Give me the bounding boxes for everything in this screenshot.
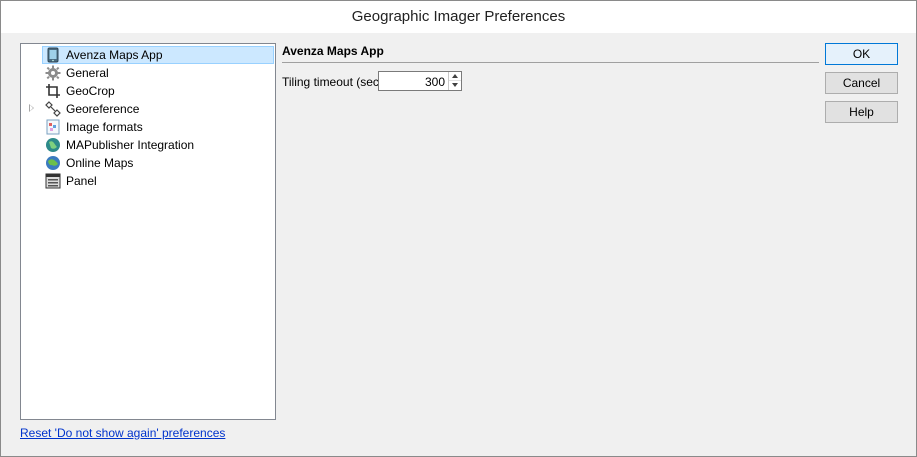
tree-item-image-formats[interactable]: Image formats — [21, 118, 275, 136]
georeference-icon — [45, 101, 61, 117]
tree-item-label: Avenza Maps App — [66, 48, 163, 62]
tiling-timeout-value[interactable]: 300 — [425, 75, 445, 89]
tiling-timeout-stepper[interactable]: 300 — [378, 71, 462, 91]
tree-item-label: General — [66, 66, 109, 80]
help-button[interactable]: Help — [825, 101, 898, 123]
panel-title: Avenza Maps App — [282, 44, 384, 58]
tree-item-label: Georeference — [66, 102, 140, 116]
increment-arrow-icon[interactable] — [449, 72, 461, 81]
tree-item-mapublisher-integration[interactable]: MAPublisher Integration — [21, 136, 275, 154]
decrement-arrow-icon[interactable] — [449, 81, 461, 90]
tree-item-label: Image formats — [66, 120, 143, 134]
expand-arrow-icon[interactable] — [29, 104, 34, 112]
tree-item-online-maps[interactable]: Online Maps — [21, 154, 275, 172]
preferences-window: Geographic Imager Preferences Avenza Map… — [0, 0, 917, 457]
tree-item-avenza-maps-app[interactable]: Avenza Maps App — [21, 46, 275, 64]
stepper-buttons — [448, 72, 461, 90]
reset-preferences-link[interactable]: Reset 'Do not show again' preferences — [20, 426, 225, 440]
window-title: Geographic Imager Preferences — [1, 1, 916, 33]
image-formats-icon — [45, 119, 61, 135]
tree-item-georeference[interactable]: Georeference — [21, 100, 275, 118]
online-globe-icon — [45, 155, 61, 171]
tree-item-label: Panel — [66, 174, 97, 188]
crop-icon — [45, 83, 61, 99]
cancel-button[interactable]: Cancel — [825, 72, 898, 94]
globe-icon — [45, 137, 61, 153]
tree-item-panel[interactable]: Panel — [21, 172, 275, 190]
gear-icon — [45, 65, 61, 81]
tree-item-label: Online Maps — [66, 156, 134, 170]
tiling-timeout-label: Tiling timeout (sec) — [282, 75, 383, 89]
tree-item-label: MAPublisher Integration — [66, 138, 195, 152]
phone-map-icon — [45, 47, 61, 63]
panel-divider — [282, 62, 819, 63]
preferences-tree[interactable]: Avenza Maps App General GeoCrop Georefer… — [20, 43, 276, 420]
tree-item-label: GeoCrop — [66, 84, 115, 98]
tree-item-general[interactable]: General — [21, 64, 275, 82]
dialog-client-area: Avenza Maps App General GeoCrop Georefer… — [8, 33, 909, 449]
panel-icon — [45, 173, 61, 189]
tree-item-geocrop[interactable]: GeoCrop — [21, 82, 275, 100]
ok-button[interactable]: OK — [825, 43, 898, 65]
